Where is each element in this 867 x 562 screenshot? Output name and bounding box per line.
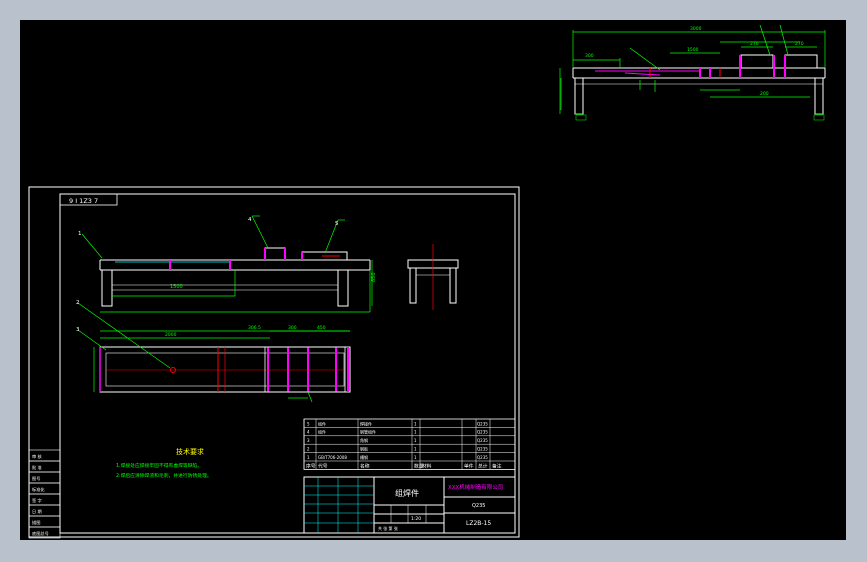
bom-cell-no: 5	[307, 421, 310, 426]
bom-cell-qty: 1	[414, 455, 417, 460]
balloon-2: 2	[76, 300, 80, 306]
bom-cell-no: 3	[307, 438, 310, 443]
strip-cell: 批 准	[32, 464, 42, 471]
company-name: XXX机械制造有限公司	[448, 483, 503, 491]
dim-d3: 270	[750, 41, 759, 47]
bom-header: 代号	[318, 462, 328, 469]
dim-plan: 2000	[165, 332, 177, 338]
bom-cell-qty: 1	[414, 430, 417, 435]
material-cell: Q235	[472, 503, 485, 509]
bom-cell-qty: 1	[414, 421, 417, 426]
side-view	[407, 244, 459, 310]
strip-cell: 底图总号	[32, 530, 49, 537]
dim-span: 450	[317, 325, 326, 331]
front-view: 850 1500 1 4 5	[78, 215, 377, 313]
bom-cell-no: 4	[307, 430, 310, 435]
balloon-4: 4	[248, 217, 252, 223]
bom-cell-no: 2	[307, 447, 310, 452]
sheet-frame: 9 I 1Z3 7	[28, 186, 520, 538]
dim-d4: 270	[795, 41, 804, 47]
sheet-count: 共 张 第 张	[378, 525, 398, 531]
dim-left: 306.5	[248, 325, 261, 331]
tech-note-1: 1.焊接处应焊接牢固不得有虚焊等缺陷。	[116, 462, 202, 469]
tech-requirements: 技术要求 1.焊接处应焊接牢固不得有虚焊等缺陷。 2.焊后应清除焊渣和毛刺，并进…	[116, 447, 212, 479]
bom-cell-mass: Q235	[477, 438, 488, 443]
bom-cell-code: 组件	[318, 429, 326, 435]
strip-cell: 图号	[32, 476, 40, 482]
title-block: 组焊件 XXX机械制造有限公司 Q235 LZ2B-15 1:20 共 张 第 …	[303, 476, 516, 534]
bom-header: 材料	[422, 462, 432, 469]
dim-d1: 300	[585, 53, 594, 59]
tech-note-2: 2.焊后应清除焊渣和毛刺，并进行防锈处理。	[116, 472, 212, 479]
strip-cell: 签 字	[32, 497, 42, 503]
drawing-number: LZ2B-15	[466, 520, 491, 527]
bom-cell-mass: Q235	[477, 421, 488, 426]
dim-d2: 1500	[687, 47, 699, 53]
bom-table: 5 组件 焊接件 1 Q2354 组件 钢管组件 1 Q2353 角钢 1 Q2352 钢板 1 Q2351…	[303, 418, 516, 470]
bom-header: 总计	[478, 462, 488, 469]
drawing-canvas[interactable]: 3000 300 1500 270 270 200 9 I 1Z3 7 审 核批…	[20, 20, 846, 540]
bom-cell-no: 1	[307, 455, 310, 460]
strip-cell: 标准化	[32, 486, 45, 493]
balloon-3: 3	[76, 327, 80, 333]
left-strip: 审 核批 准图号标准化签 字日 期描图底图总号	[28, 449, 61, 539]
bom-cell-mass: Q235	[477, 430, 488, 435]
bom-cell-code: GB/T706-2008	[318, 455, 347, 460]
dim-width: 1500	[170, 284, 183, 290]
top-right-view: 3000 300 1500 270 270 200	[559, 24, 826, 121]
dim-right: 300	[288, 325, 297, 331]
dim-d5: 200	[760, 91, 769, 97]
cad-drawing: 3000 300 1500 270 270 200 9 I 1Z3 7 审 核批…	[28, 24, 826, 539]
bom-header: 序号	[306, 462, 316, 469]
bom-cell-name: 钢管组件	[360, 429, 376, 435]
scale: 1:20	[411, 516, 421, 522]
view-tag: 9 I 1Z3 7	[69, 197, 98, 205]
dim-overall: 3000	[690, 26, 702, 32]
bom-cell-name: 角钢	[360, 437, 368, 443]
bom-cell-code: 组件	[318, 420, 326, 426]
strip-cell: 日 期	[32, 509, 42, 515]
balloon-5: 5	[335, 221, 339, 227]
plan-view: 2000 306.5 300 450 2 3	[76, 300, 351, 403]
bom-header: 备注	[492, 462, 502, 469]
strip-cell: 描图	[32, 519, 40, 526]
bom-header: 名称	[360, 462, 370, 469]
bom-cell-name: 钢板	[360, 446, 368, 452]
bom-cell-name: 焊接件	[360, 420, 372, 426]
tech-title: 技术要求	[176, 447, 204, 456]
strip-cell: 审 核	[32, 453, 43, 460]
bom-header: 单件	[464, 462, 474, 469]
bom-cell-qty: 1	[414, 447, 417, 452]
bom-cell-mass: Q235	[477, 455, 488, 460]
bom-cell-mass: Q235	[477, 447, 488, 452]
bom-cell-name: 槽钢	[360, 454, 368, 460]
dim-height: 850	[371, 272, 377, 282]
part-name: 组焊件	[395, 488, 419, 498]
balloon-1: 1	[78, 231, 82, 237]
bom-cell-qty: 1	[414, 438, 417, 443]
